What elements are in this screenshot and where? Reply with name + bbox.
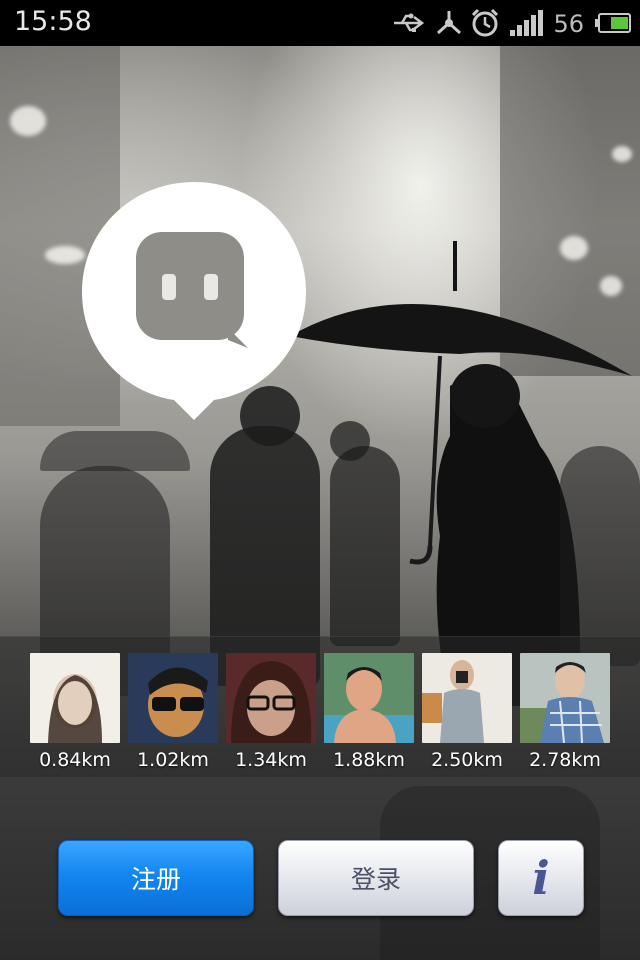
nearby-person[interactable]: 1.02km — [128, 653, 218, 771]
alarm-icon — [471, 8, 499, 37]
info-button[interactable]: i — [498, 840, 584, 916]
usb-debug-icon — [436, 11, 462, 35]
info-icon: i — [532, 851, 550, 905]
login-button[interactable]: 登录 — [278, 840, 474, 916]
distance-label: 2.50km — [431, 749, 503, 771]
nearby-person[interactable]: 2.78km — [520, 653, 610, 771]
distance-label: 0.84km — [39, 749, 111, 771]
signal-icon — [510, 10, 543, 36]
nearby-person[interactable]: 0.84km — [30, 653, 120, 771]
usb-icon — [394, 13, 425, 32]
nearby-person[interactable]: 2.50km — [422, 653, 512, 771]
distance-label: 2.78km — [529, 749, 601, 771]
avatar[interactable] — [226, 653, 316, 743]
app-logo — [82, 182, 306, 420]
distance-label: 1.02km — [137, 749, 209, 771]
register-button-label: 注册 — [130, 865, 181, 894]
avatar[interactable] — [30, 653, 120, 743]
avatar[interactable] — [422, 653, 512, 743]
battery-icon — [595, 13, 631, 33]
distance-label: 1.88km — [333, 749, 405, 771]
nearby-person[interactable]: 1.88km — [324, 653, 414, 771]
login-button-label: 登录 — [350, 865, 401, 894]
avatar[interactable] — [520, 653, 610, 743]
status-time: 15:58 — [14, 6, 92, 37]
status-bar: 15:58 56 — [0, 0, 640, 46]
avatar[interactable] — [128, 653, 218, 743]
battery-level: 56 — [553, 10, 584, 38]
register-button[interactable]: 注册 — [58, 840, 254, 916]
avatar[interactable] — [324, 653, 414, 743]
distance-label: 1.34km — [235, 749, 307, 771]
status-icons: 56 — [392, 6, 632, 40]
nearby-person[interactable]: 1.34km — [226, 653, 316, 771]
nearby-people-strip: 0.84km 1.02km 1.34km 1.88km 2.50km 2.78k… — [0, 636, 640, 777]
